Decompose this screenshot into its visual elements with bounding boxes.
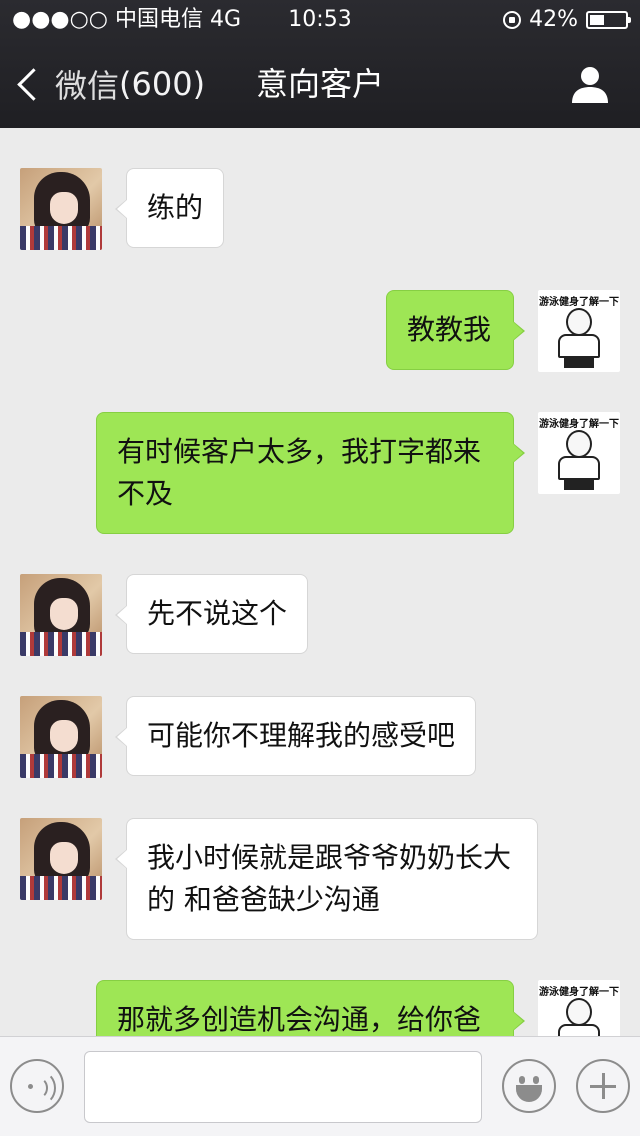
- my-avatar[interactable]: 游泳健身了解一下: [538, 290, 620, 372]
- battery-percent: 42%: [529, 7, 578, 32]
- battery-fill: [590, 15, 604, 25]
- message-bubble[interactable]: 先不说这个: [115, 574, 308, 654]
- smiley-icon: [519, 1076, 525, 1084]
- message-bubble[interactable]: 那就多创造机会沟通，给你爸: [96, 980, 525, 1036]
- message-bubble[interactable]: 有时候客户太多，我打字都来不及: [96, 412, 525, 534]
- message-bubble[interactable]: 可能你不理解我的感受吧: [115, 696, 476, 776]
- top-bar: ●●●○○ 中国电信 4G 10:53 42% 微信 (600) 意向客户: [0, 0, 640, 128]
- meme-caption: 游泳健身了解一下: [539, 297, 619, 308]
- message-bubble[interactable]: 教教我: [386, 290, 525, 370]
- message-bubble[interactable]: 练的: [115, 168, 224, 248]
- profile-button[interactable]: [570, 64, 610, 104]
- contact-avatar[interactable]: [20, 574, 102, 656]
- chat-title: 意向客户: [255, 65, 384, 103]
- chat-area[interactable]: 练的 游泳健身了解一下 教教我 游泳健身了解一下 有时候客户太多，我打字都来不及…: [0, 128, 640, 1036]
- navigation-bar: 微信 (600) 意向客户: [0, 40, 640, 128]
- status-right: 42%: [503, 0, 631, 40]
- emoji-button[interactable]: [502, 1059, 556, 1113]
- meme-caption: 游泳健身了解一下: [539, 987, 619, 998]
- my-avatar[interactable]: 游泳健身了解一下: [538, 412, 620, 494]
- voice-input-button[interactable]: [10, 1059, 64, 1113]
- my-avatar[interactable]: 游泳健身了解一下: [538, 980, 620, 1036]
- person-icon: [572, 67, 608, 103]
- rotation-lock-icon: [503, 11, 522, 29]
- meme-caption: 游泳健身了解一下: [539, 419, 619, 430]
- message-bubble[interactable]: 我小时候就是跟爷爷奶奶长大的 和爸爸缺少沟通: [115, 818, 538, 940]
- contact-avatar[interactable]: [20, 168, 102, 250]
- more-options-button[interactable]: [576, 1059, 630, 1113]
- battery-icon: [586, 11, 631, 29]
- input-bar: [0, 1036, 640, 1136]
- contact-avatar[interactable]: [20, 818, 102, 900]
- contact-avatar[interactable]: [20, 696, 102, 778]
- message-input[interactable]: [84, 1051, 482, 1123]
- status-bar: ●●●○○ 中国电信 4G 10:53 42%: [0, 0, 640, 40]
